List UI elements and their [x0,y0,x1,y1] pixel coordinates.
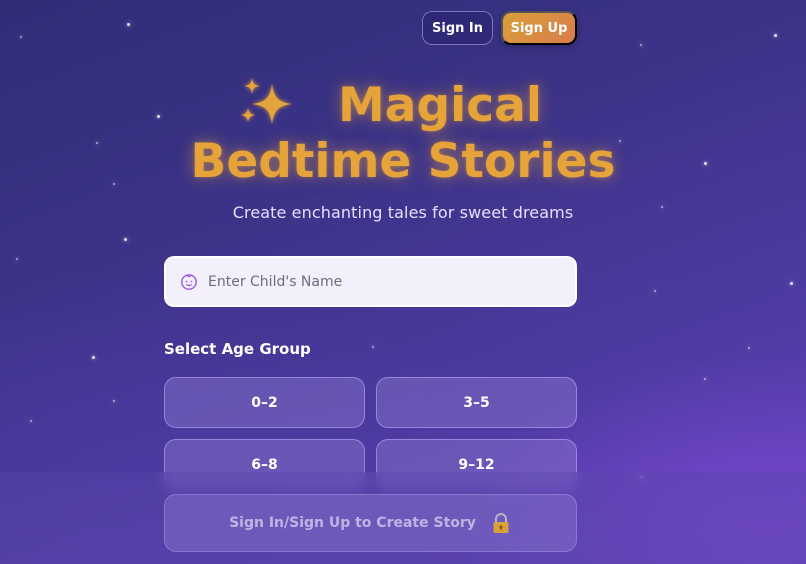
page-subtitle: Create enchanting tales for sweet dreams [232,203,574,222]
star [774,34,777,37]
star [30,420,32,422]
star [113,400,115,402]
star [20,36,22,38]
create-story-button[interactable]: Sign In/Sign Up to Create Story [164,494,577,552]
age-group-3-5-button[interactable]: 3–5 [376,377,577,428]
star [704,378,706,380]
star [640,44,642,46]
child-name-input[interactable] [208,261,568,302]
create-story-label: Sign In/Sign Up to Create Story [229,515,476,531]
baby-face-icon [181,273,197,290]
star [92,356,95,359]
age-group-label: Select Age Group [164,340,311,358]
sign-up-button[interactable]: Sign Up [501,11,577,45]
star [372,346,374,348]
child-name-field[interactable] [164,256,577,307]
star [16,258,18,260]
age-group-0-2-button[interactable]: 0–2 [164,377,365,428]
star [748,347,750,349]
star [654,290,656,292]
title-line-1: Magical [338,78,542,133]
sign-in-button[interactable]: Sign In [422,11,493,45]
star [790,282,793,285]
star [124,238,127,241]
lock-icon [493,513,509,533]
star [127,23,130,26]
title-line-2: Bedtime Stories [190,134,616,189]
